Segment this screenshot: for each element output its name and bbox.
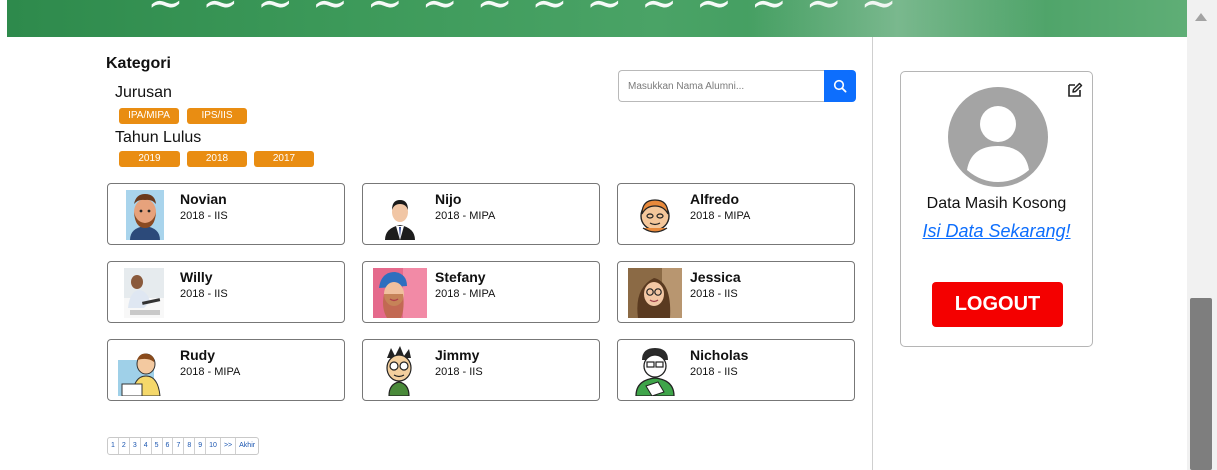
edit-icon[interactable] <box>1067 82 1083 98</box>
alumni-name: Willy <box>180 269 213 285</box>
search-bar <box>618 70 856 102</box>
page-link-1[interactable]: 1 <box>108 438 119 454</box>
alumni-name: Stefany <box>435 269 486 285</box>
search-button[interactable] <box>824 70 856 102</box>
banner-shade <box>747 0 1047 37</box>
column-divider <box>872 37 873 470</box>
jurusan-label: Jurusan <box>115 84 172 101</box>
empty-data-text: Data Masih Kosong <box>926 195 1067 212</box>
alumni-meta: 2018 - IIS <box>180 210 228 222</box>
page-link-7[interactable]: 7 <box>173 438 185 454</box>
alumni-name: Novian <box>180 191 227 207</box>
filter-chip-2019[interactable]: 2019 <box>119 151 180 167</box>
pagination: 1 2 3 4 5 6 7 8 9 10 >> Akhir <box>107 437 260 455</box>
alumni-name: Nijo <box>435 191 462 207</box>
alumni-name: Jessica <box>690 269 741 285</box>
fill-data-link[interactable]: Isi Data Sekarang! <box>901 221 1092 242</box>
page-link-5[interactable]: 5 <box>152 438 163 454</box>
bearded-man-avatar <box>126 190 164 240</box>
cartoon-face-avatar <box>640 199 670 233</box>
alumni-meta: 2018 - IIS <box>690 288 738 300</box>
scroll-up-arrow-icon[interactable] <box>1195 13 1207 21</box>
filter-chip-ips-iis[interactable]: IPS/IIS <box>187 108 247 124</box>
page-link-3[interactable]: 3 <box>130 438 141 454</box>
page-link-10[interactable]: 10 <box>206 438 221 454</box>
alumni-meta: 2018 - MIPA <box>180 366 241 378</box>
alumni-card[interactable]: Novian 2018 - IIS <box>107 183 345 245</box>
alumni-card[interactable]: Jimmy 2018 - IIS <box>362 339 600 401</box>
cartoon-boy-glasses <box>386 346 412 396</box>
profile-card: Data Masih Kosong Isi Data Sekarang! LOG… <box>900 71 1093 347</box>
alumni-name: Nicholas <box>690 347 749 363</box>
alumni-meta: 2018 - IIS <box>435 366 483 378</box>
sketch-boy-avatar <box>635 348 675 396</box>
alumni-meta: 2018 - MIPA <box>690 210 751 222</box>
alumni-meta: 2018 - MIPA <box>435 288 496 300</box>
page-link-8[interactable]: 8 <box>184 438 196 454</box>
alumni-card[interactable]: Nicholas 2018 - IIS <box>617 339 855 401</box>
studying-man-photo <box>124 268 164 318</box>
page-link-9[interactable]: 9 <box>195 438 207 454</box>
alumni-card[interactable]: Rudy 2018 - MIPA <box>107 339 345 401</box>
alumni-name: Jimmy <box>435 347 480 363</box>
alumni-card[interactable]: Stefany 2018 - MIPA <box>362 261 600 323</box>
logout-button[interactable]: LOGOUT <box>932 282 1063 327</box>
filter-chip-2018[interactable]: 2018 <box>187 151 247 167</box>
woman-glasses-photo <box>628 268 682 318</box>
scroll-thumb[interactable] <box>1190 298 1212 470</box>
search-input[interactable] <box>618 70 824 102</box>
header-banner: ~ ~ ~ ~ ~ ~ ~ ~ ~ ~ ~ ~ ~ ~ <box>7 0 1187 37</box>
alumni-card[interactable]: Jessica 2018 - IIS <box>617 261 855 323</box>
alumni-name: Alfredo <box>690 191 739 207</box>
cartoon-man-desk <box>118 353 161 396</box>
page-link-next[interactable]: >> <box>221 438 237 454</box>
alumni-name: Rudy <box>180 347 215 363</box>
page-link-last[interactable]: Akhir <box>236 438 258 454</box>
scrollbar[interactable] <box>1187 0 1217 470</box>
filter-chip-ipa-mipa[interactable]: IPA/MIPA <box>119 108 179 124</box>
alumni-card[interactable]: Alfredo 2018 - MIPA <box>617 183 855 245</box>
filter-chip-2017[interactable]: 2017 <box>254 151 314 167</box>
user-placeholder-icon <box>948 87 1048 187</box>
woman-beanie-photo <box>373 268 427 318</box>
businessman-avatar <box>385 200 415 240</box>
page-link-2[interactable]: 2 <box>119 438 130 454</box>
alumni-meta: 2018 - MIPA <box>435 210 496 222</box>
alumni-card[interactable]: Nijo 2018 - MIPA <box>362 183 600 245</box>
alumni-meta: 2018 - IIS <box>690 366 738 378</box>
alumni-card[interactable]: Willy 2018 - IIS <box>107 261 345 323</box>
page-link-4[interactable]: 4 <box>141 438 152 454</box>
alumni-meta: 2018 - IIS <box>180 288 228 300</box>
page-link-6[interactable]: 6 <box>163 438 174 454</box>
search-icon <box>833 79 847 93</box>
tahun-lulus-label: Tahun Lulus <box>115 129 202 146</box>
kategori-title: Kategori <box>106 55 171 72</box>
